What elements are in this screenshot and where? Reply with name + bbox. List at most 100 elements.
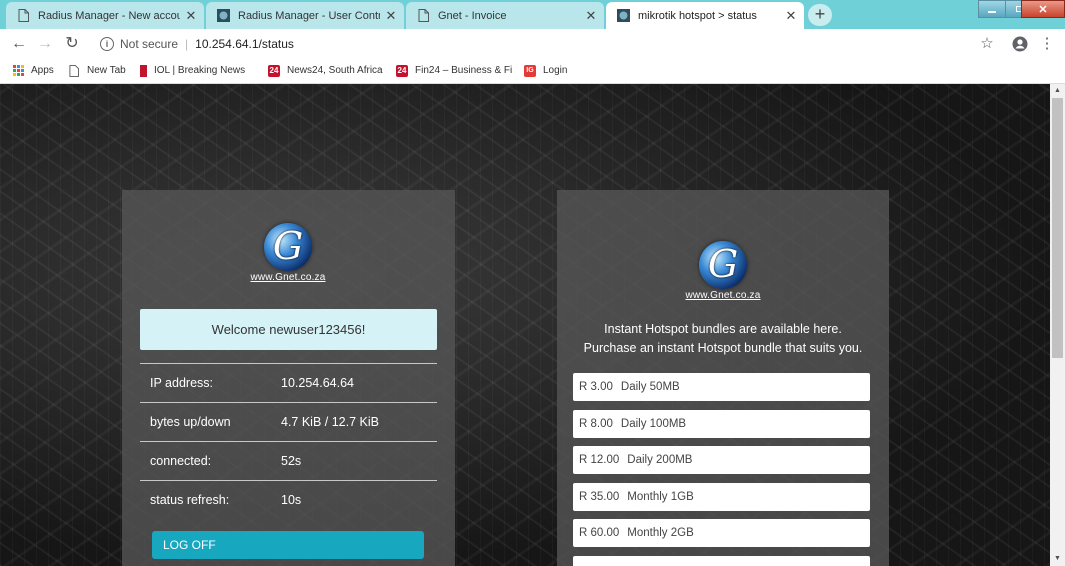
logo-site-link[interactable]: www.Gnet.co.za: [677, 290, 769, 301]
status-panel: G www.Gnet.co.za Welcome newuser123456! …: [122, 190, 455, 566]
bundle-promo-text: Instant Hotspot bundles are available he…: [557, 320, 889, 358]
bundle-list: R 3.00 Daily 50MB R 8.00 Daily 100MB R 1…: [573, 373, 870, 566]
tab-gnet-invoice[interactable]: Gnet - Invoice ✕: [406, 2, 604, 29]
bookmark-label: IOL | Breaking News: [154, 65, 246, 76]
bundle-name: Monthly 1GB: [627, 490, 694, 503]
status-row-refresh: status refresh: 10s: [140, 480, 437, 519]
page-icon: [68, 64, 80, 77]
bookmark-label: Login: [543, 65, 568, 76]
scroll-up-icon[interactable]: ▲: [1050, 84, 1065, 98]
close-icon[interactable]: ✕: [784, 8, 798, 23]
bookmark-news24[interactable]: 24 News24, South Africa: [268, 63, 383, 78]
welcome-message: Welcome newuser123456!: [140, 309, 437, 350]
logo-letter: G: [707, 242, 739, 286]
bundle-price: R 3.00: [579, 381, 613, 393]
reload-button[interactable]: ↻: [61, 33, 83, 55]
bookmark-label: New Tab: [87, 65, 126, 76]
status-label: connected:: [150, 454, 212, 468]
bundle-name: Daily 200MB: [627, 454, 693, 467]
status-row-bytes: bytes up/down 4.7 KiB / 12.7 KiB: [140, 402, 437, 441]
bundle-price: R 35.00: [579, 490, 620, 503]
globe-icon: G: [699, 241, 747, 289]
window-close-button[interactable]: ✕: [1021, 0, 1065, 18]
close-icon: ✕: [1038, 3, 1048, 16]
tab-title: Radius Manager - User Control P: [238, 9, 380, 22]
status-label: status refresh:: [150, 493, 230, 507]
tab-mikrotik-status[interactable]: mikrotik hotspot > status ✕: [606, 2, 804, 29]
arrow-left-icon: ←: [11, 35, 27, 52]
news24-icon: 24: [268, 64, 280, 77]
status-value: 10.254.64.64: [281, 376, 354, 390]
bundle-option[interactable]: R 12.00 Daily 200MB: [573, 446, 870, 475]
address-bar[interactable]: i Not secure | 10.254.64.1/status: [92, 32, 892, 55]
minimize-icon: [988, 10, 996, 13]
url-text: 10.254.64.1/status: [195, 36, 294, 51]
status-value: 10s: [281, 493, 302, 507]
scroll-down-icon[interactable]: ▼: [1050, 552, 1065, 566]
bookmark-apps[interactable]: Apps: [12, 63, 54, 78]
reload-icon: ↻: [65, 35, 79, 52]
back-button[interactable]: ←: [8, 33, 30, 55]
bookmark-star-button[interactable]: ☆: [977, 34, 997, 54]
page-viewport: G www.Gnet.co.za Welcome newuser123456! …: [0, 84, 1050, 566]
forward-button[interactable]: →: [34, 33, 56, 55]
fin24-icon: 24: [396, 64, 408, 77]
bundle-option[interactable]: R 35.00 Monthly 1GB: [573, 482, 870, 511]
gnet-logo[interactable]: G www.Gnet.co.za: [242, 223, 334, 283]
bundle-name: Daily 100MB: [620, 417, 687, 430]
log-off-button[interactable]: LOG OFF: [152, 531, 424, 559]
iol-icon: [140, 64, 147, 77]
tab-title: Gnet - Invoice: [438, 9, 507, 22]
browser-toolbar: ← → ↻ i Not secure | 10.254.64.1/status …: [0, 29, 1065, 59]
page-icon: [16, 9, 30, 23]
bundle-price: R 60.00: [579, 527, 620, 540]
status-value: 4.7 KiB / 12.7 KiB: [281, 415, 379, 429]
close-icon[interactable]: ✕: [584, 8, 598, 23]
status-row-ip: IP address: 10.254.64.64: [140, 363, 437, 402]
address-separator: |: [185, 36, 189, 51]
bundle-option[interactable]: R 8.00 Daily 100MB: [573, 409, 870, 438]
arrow-right-icon: →: [37, 35, 53, 52]
close-icon[interactable]: ✕: [184, 8, 198, 23]
site-favicon-icon: [616, 9, 630, 23]
logo-site-link[interactable]: www.Gnet.co.za: [242, 272, 334, 283]
bookmark-iol[interactable]: IOL | Breaking News: [140, 63, 245, 78]
bundle-option-partial[interactable]: [573, 555, 870, 566]
page-scrollbar[interactable]: ▲ ▼: [1050, 84, 1065, 566]
account-icon: [1012, 36, 1028, 52]
bundle-option[interactable]: R 60.00 Monthly 2GB: [573, 519, 870, 548]
bookmark-fin24[interactable]: 24 Fin24 – Business & Fi: [396, 63, 512, 78]
status-value: 52s: [281, 454, 302, 468]
menu-button[interactable]: ⋮: [1037, 34, 1057, 54]
more-vertical-icon: ⋮: [1039, 35, 1055, 52]
bundle-price: R 12.00: [579, 454, 620, 467]
security-indicator: Not secure: [120, 36, 179, 51]
close-icon[interactable]: ✕: [384, 8, 398, 23]
bookmark-label: News24, South Africa: [287, 65, 383, 76]
ig-icon: IG: [524, 64, 536, 77]
info-icon[interactable]: i: [100, 36, 114, 51]
bookmark-login[interactable]: IG Login: [524, 63, 567, 78]
bookmark-new-tab[interactable]: New Tab: [68, 63, 126, 78]
bundle-name: Daily 50MB: [620, 381, 680, 393]
bundle-price: R 8.00: [579, 417, 613, 430]
apps-grid-icon: [12, 65, 24, 77]
promo-line: Instant Hotspot bundles are available he…: [604, 322, 842, 336]
gnet-logo[interactable]: G www.Gnet.co.za: [677, 241, 769, 301]
tab-radius-user-control[interactable]: Radius Manager - User Control P ✕: [206, 2, 404, 29]
profile-button[interactable]: [1010, 34, 1030, 54]
bundle-name: Monthly 2GB: [627, 527, 694, 540]
tab-strip: Radius Manager - New account ✕ Radius Ma…: [0, 0, 1065, 29]
star-icon: ☆: [980, 35, 994, 52]
scrollbar-thumb[interactable]: [1052, 98, 1063, 358]
tab-title: mikrotik hotspot > status: [638, 9, 757, 22]
bundle-option[interactable]: R 3.00 Daily 50MB: [573, 373, 870, 401]
status-label: IP address:: [150, 376, 214, 390]
minimize-button[interactable]: [978, 0, 1006, 18]
tab-radius-new-account[interactable]: Radius Manager - New account ✕: [6, 2, 204, 29]
new-tab-button[interactable]: +: [808, 4, 832, 26]
status-table: IP address: 10.254.64.64 bytes up/down 4…: [140, 363, 437, 519]
promo-line: Purchase an instant Hotspot bundle that …: [583, 341, 863, 355]
page-icon: [416, 9, 430, 23]
tab-title: Radius Manager - New account: [38, 9, 180, 22]
